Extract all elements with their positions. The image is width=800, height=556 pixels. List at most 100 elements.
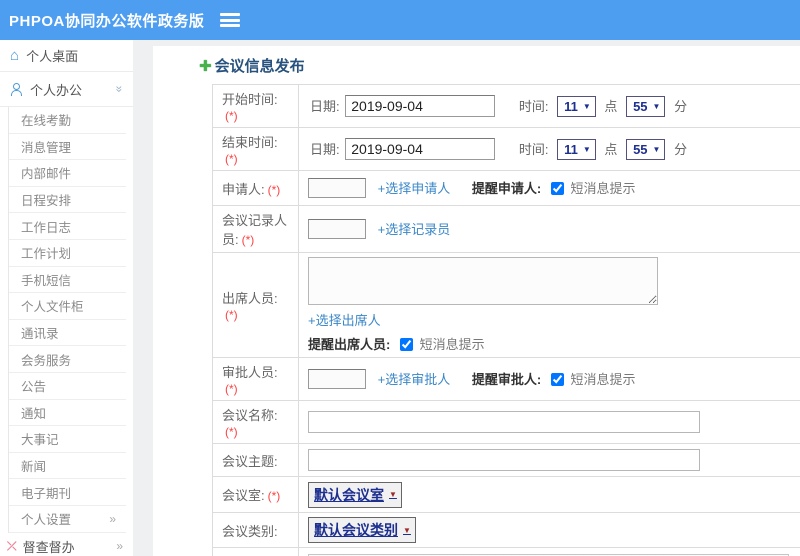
field-label: 会议记录人员: bbox=[222, 213, 288, 247]
row-end-time: 结束时间: (*) 日期: 时间: 11 点 55 分 bbox=[212, 127, 800, 171]
sidebar-item-e-journal[interactable]: 电子期刊 bbox=[9, 479, 126, 506]
start-hour-select[interactable]: 11 bbox=[557, 96, 596, 117]
app-title: PHPOA协同办公软件政务版 bbox=[9, 12, 205, 30]
sms-label: 短消息提示 bbox=[570, 180, 636, 196]
meeting-subject-input[interactable] bbox=[308, 449, 700, 471]
sidebar-item-work-log[interactable]: 工作日志 bbox=[9, 213, 126, 240]
attendees-sms-checkbox[interactable] bbox=[399, 338, 413, 351]
required-mark: (*) bbox=[241, 233, 255, 247]
minute-unit: 分 bbox=[674, 142, 688, 157]
sidebar-item-file-cabinet[interactable]: 个人文件柜 bbox=[9, 293, 126, 320]
sidebar-item-supervision[interactable]: ⤫ 督查督办 » bbox=[0, 533, 133, 556]
meeting-name-input[interactable] bbox=[308, 411, 700, 433]
sidebar-item-announcement[interactable]: 公告 bbox=[9, 373, 126, 400]
end-date-input[interactable] bbox=[345, 138, 496, 160]
required-mark: (*) bbox=[225, 308, 238, 322]
row-recorder: 会议记录人员: (*) +选择记录员 bbox=[212, 205, 800, 253]
time-label: 时间: bbox=[518, 99, 549, 114]
field-label: 审批人员: bbox=[222, 365, 278, 380]
start-minute-select[interactable]: 55 bbox=[626, 96, 666, 117]
end-hour-select[interactable]: 11 bbox=[557, 139, 596, 160]
top-bar: PHPOA协同办公软件政务版 bbox=[0, 0, 800, 40]
row-meeting-content: HTML ↶ ↷ B I U A ABC x² x₂ ◪ ✎ bbox=[212, 547, 800, 556]
meeting-form: 开始时间: (*) 日期: 时间: 11 点 55 分 结束时间: (*) 日期: … bbox=[212, 84, 800, 556]
sidebar-submenu: 在线考勤 消息管理 内部邮件 日程安排 工作日志 工作计划 手机短信 个人文件柜… bbox=[8, 107, 133, 533]
required-mark: (*) bbox=[225, 425, 238, 439]
sidebar-item-work-plan[interactable]: 工作计划 bbox=[9, 240, 126, 267]
choose-recorder-link[interactable]: +选择记录员 bbox=[378, 222, 451, 237]
sidebar-item-messages[interactable]: 消息管理 bbox=[9, 134, 126, 161]
user-icon bbox=[10, 82, 23, 96]
applicant-input[interactable] bbox=[308, 178, 366, 199]
sms-label: 短消息提示 bbox=[419, 337, 485, 352]
sidebar-item-desktop[interactable]: ⌂ 个人桌面 bbox=[0, 40, 133, 72]
page-title: ✚ 会议信息发布 bbox=[199, 57, 305, 76]
sidebar-item-meeting-service[interactable]: 会务服务 bbox=[9, 346, 126, 373]
sidebar-item-events[interactable]: 大事记 bbox=[9, 426, 126, 453]
sidebar-item-schedule[interactable]: 日程安排 bbox=[9, 187, 126, 214]
home-icon: ⌂ bbox=[10, 47, 20, 64]
menu-toggle-icon[interactable] bbox=[220, 13, 241, 27]
required-mark: (*) bbox=[225, 382, 238, 396]
sidebar-item-news[interactable]: 新闻 bbox=[9, 453, 126, 480]
hour-unit: 点 bbox=[604, 142, 618, 157]
row-applicant: 申请人: (*) +选择申请人 提醒申请人: 短消息提示 bbox=[212, 170, 800, 206]
row-attendees: 出席人员: (*) +选择出席人 提醒出席人员: 短消息提示 bbox=[212, 252, 800, 358]
choose-applicant-link[interactable]: +选择申请人 bbox=[378, 181, 451, 196]
date-label: 日期: bbox=[310, 99, 340, 114]
start-date-input[interactable] bbox=[345, 95, 496, 117]
row-meeting-category: 会议类别: 默认会议类别 bbox=[212, 512, 800, 548]
sidebar-item-notice[interactable]: 通知 bbox=[9, 400, 126, 427]
field-label: 出席人员: bbox=[222, 291, 278, 306]
hour-unit: 点 bbox=[604, 99, 618, 114]
time-label: 时间: bbox=[518, 142, 549, 157]
sidebar-item-contacts[interactable]: 通讯录 bbox=[9, 320, 126, 347]
row-meeting-room: 会议室: (*) 默认会议室 bbox=[212, 476, 800, 513]
row-meeting-name: 会议名称: (*) bbox=[212, 400, 800, 444]
field-label: 开始时间: bbox=[222, 92, 278, 107]
approver-sms-checkbox[interactable] bbox=[550, 372, 564, 386]
minute-unit: 分 bbox=[674, 99, 688, 114]
remind-applicant-label: 提醒申请人: bbox=[471, 180, 542, 196]
date-label: 日期: bbox=[310, 142, 340, 157]
field-label: 会议类别: bbox=[222, 523, 278, 539]
sms-label: 短消息提示 bbox=[570, 371, 636, 387]
add-icon: ✚ bbox=[199, 57, 212, 75]
sidebar-item-personal-settings[interactable]: 个人设置 » bbox=[9, 506, 126, 533]
attendees-textarea[interactable] bbox=[308, 257, 658, 305]
sidebar-item-label: 个人办公 bbox=[30, 82, 83, 98]
remind-attendees-label: 提醒出席人员: bbox=[308, 337, 391, 352]
row-meeting-subject: 会议主题: bbox=[212, 443, 800, 477]
required-mark: (*) bbox=[267, 182, 281, 197]
field-label: 结束时间: bbox=[222, 135, 278, 150]
choose-attendees-link[interactable]: +选择出席人 bbox=[308, 313, 381, 328]
shuffle-icon: ⤫ bbox=[7, 538, 17, 553]
sidebar-item-internal-mail[interactable]: 内部邮件 bbox=[9, 160, 126, 187]
row-start-time: 开始时间: (*) 日期: 时间: 11 点 55 分 bbox=[212, 84, 800, 128]
meeting-room-select[interactable]: 默认会议室 bbox=[308, 481, 402, 508]
choose-approver-link[interactable]: +选择审批人 bbox=[378, 372, 451, 387]
field-label: 申请人: bbox=[222, 181, 265, 197]
chevron-right-icon: » bbox=[109, 511, 116, 526]
chevron-right-icon: » bbox=[116, 539, 123, 553]
applicant-sms-checkbox[interactable] bbox=[550, 181, 564, 195]
sidebar-item-attendance[interactable]: 在线考勤 bbox=[9, 107, 126, 134]
sidebar-item-label: 个人桌面 bbox=[26, 49, 79, 64]
field-label: 会议名称: bbox=[222, 408, 278, 423]
meeting-category-select[interactable]: 默认会议类别 bbox=[308, 517, 416, 543]
field-label: 会议室: bbox=[222, 488, 265, 503]
required-mark: (*) bbox=[225, 109, 238, 123]
approver-input[interactable] bbox=[308, 369, 366, 390]
required-mark: (*) bbox=[267, 489, 281, 503]
required-mark: (*) bbox=[225, 152, 238, 166]
end-minute-select[interactable]: 55 bbox=[626, 139, 666, 160]
sidebar-item-personal-office[interactable]: 个人办公 » bbox=[0, 72, 133, 107]
row-approver: 审批人员: (*) +选择审批人 提醒审批人: 短消息提示 bbox=[212, 357, 800, 401]
chevron-double-down-icon: » bbox=[112, 85, 127, 93]
field-label: 会议主题: bbox=[222, 453, 278, 469]
sidebar-item-sms[interactable]: 手机短信 bbox=[9, 267, 126, 294]
main-panel: ✚ 会议信息发布 开始时间: (*) 日期: 时间: 11 点 55 分 结束时间… bbox=[153, 46, 800, 556]
recorder-input[interactable] bbox=[308, 219, 366, 240]
remind-approver-label: 提醒审批人: bbox=[471, 371, 542, 387]
sidebar: ⌂ 个人桌面 个人办公 » 在线考勤 消息管理 内部邮件 日程安排 工作日志 工… bbox=[0, 40, 133, 556]
